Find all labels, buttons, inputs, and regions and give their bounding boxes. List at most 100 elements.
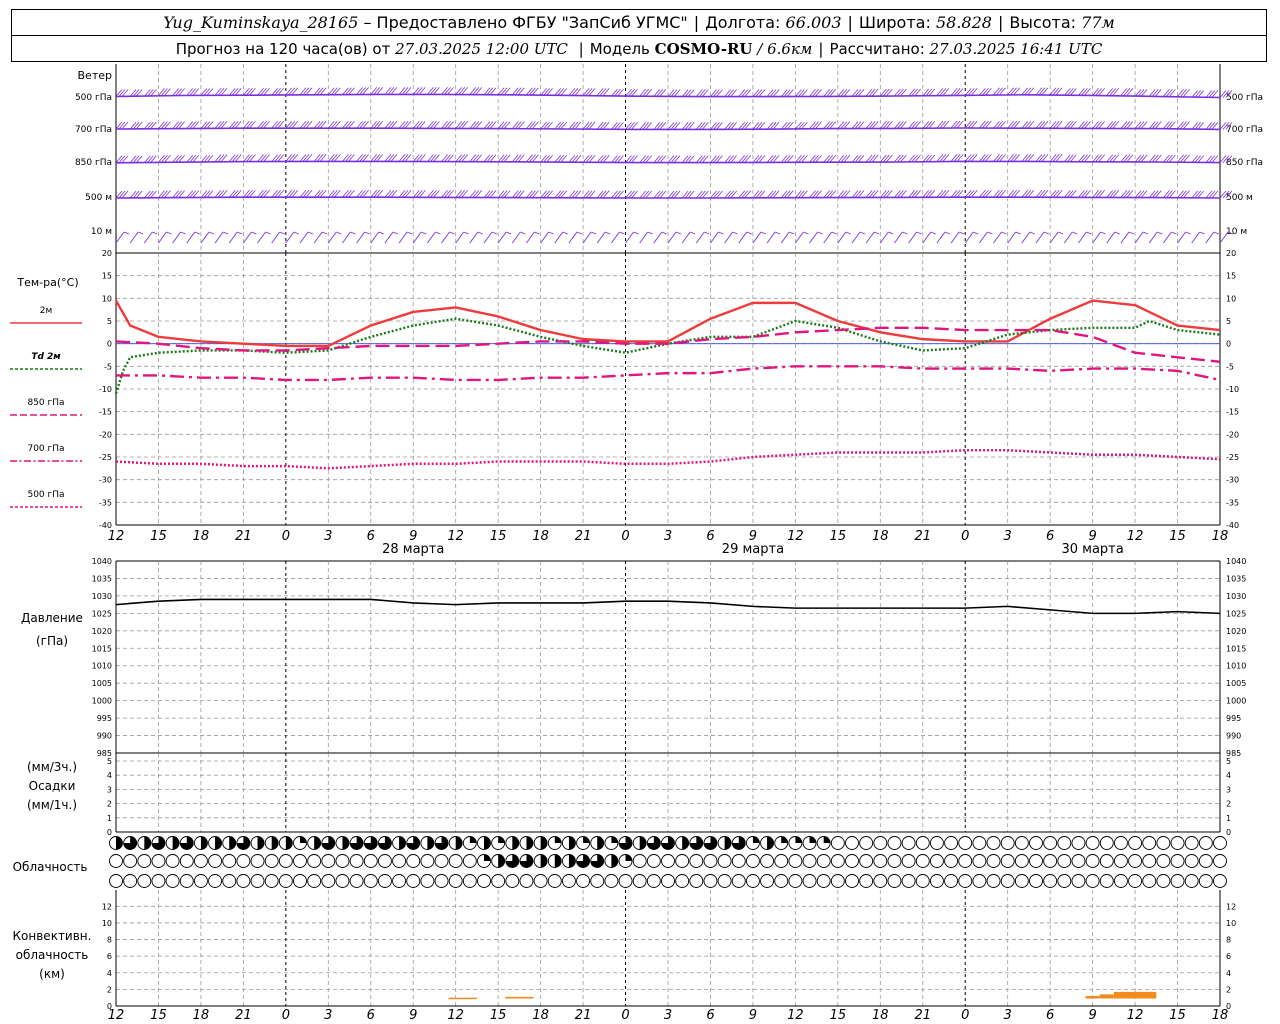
wind-barb-feather: [815, 154, 822, 163]
wind-barb-10m-feather: [689, 231, 696, 235]
wind-barb-feather: [1106, 121, 1114, 129]
cloud-cover-fill: [314, 836, 321, 850]
wind-barb-feather: [985, 154, 992, 162]
wind-barb-feather: [178, 121, 185, 129]
wind-barb-feather: [939, 120, 947, 129]
cloud-cover-symbol: [335, 854, 350, 868]
wind-barb-feather: [376, 189, 384, 198]
wind-barb-feather: [1205, 155, 1213, 163]
wind-barb-feather: [1081, 154, 1088, 163]
wind-barb-feather: [840, 89, 848, 97]
wind-barb-feather: [993, 87, 1000, 96]
cloud-cover-symbol: [321, 874, 336, 888]
cloud-cover-symbol: [377, 874, 392, 888]
wind-barb-feather: [727, 155, 734, 163]
wind-barb-feather: [687, 155, 695, 163]
cloud-cover-symbol: [901, 836, 916, 850]
wind-barb-feather: [894, 121, 901, 129]
wind-barb-feather: [1151, 190, 1159, 198]
cloud-cover-symbol: [1071, 836, 1086, 850]
wind-barb-feather: [642, 155, 649, 163]
wind-barb-feather: [982, 189, 989, 198]
wind-barb-feather: [503, 87, 511, 96]
pressure-tick-left: 995: [97, 714, 112, 723]
wind-barb-feather: [430, 190, 437, 198]
wind-barb-feather: [894, 154, 901, 163]
wind-barb-feather: [560, 154, 568, 163]
wind-barb-feather: [316, 120, 324, 129]
wind-barb-feather: [489, 154, 497, 163]
wind-barb-feather: [316, 87, 324, 96]
pressure-tick-right: 1000: [1226, 697, 1246, 706]
wind-barb-feather: [447, 87, 454, 95]
wind-barb-feather: [687, 190, 695, 199]
wind-barb-feather: [557, 88, 565, 96]
wind-barb-10m-shaft: [582, 231, 592, 244]
wind-barb-feather: [571, 121, 579, 130]
cloud-cover-symbol: [406, 874, 421, 888]
wind-barb-feather: [118, 121, 126, 130]
wind-barb-feather: [121, 89, 129, 97]
bottom-hour-tick-label: 3: [664, 1008, 672, 1023]
wind-barb-feather: [356, 189, 363, 198]
wind-barb-feather: [129, 155, 137, 164]
wind-barb-feather: [795, 155, 802, 163]
wind-barb-feather: [939, 154, 947, 162]
wind-barb-feather: [1095, 121, 1102, 129]
wind-barb-feather: [780, 121, 788, 130]
wind-barb-feather: [249, 120, 256, 129]
wind-barb-feather: [1055, 189, 1063, 198]
wind-barb-feather: [670, 89, 678, 97]
temp-legend-label: 700 гПа: [27, 444, 64, 454]
wind-barb-feather: [243, 154, 250, 162]
wind-barb-feather: [1024, 87, 1032, 96]
wind-barb-feather: [716, 155, 723, 163]
cloud-cover-symbol: [1198, 854, 1213, 868]
wind-barb-feather: [398, 189, 406, 198]
wind-barb-feather: [331, 154, 338, 162]
wind-barb-feather: [812, 89, 819, 97]
wind-barb-feather: [500, 154, 508, 163]
wind-barb-feather: [716, 89, 723, 97]
wind-title: Ветер: [78, 69, 112, 82]
wind-barb-feather: [469, 121, 477, 129]
wind-barb-feather: [1137, 121, 1145, 129]
wind-barb-feather: [430, 121, 437, 129]
wind-barb-feather: [515, 190, 522, 198]
wind-barb-feather: [231, 87, 239, 96]
cloud-cover-symbol: [689, 854, 704, 868]
wind-barb-feather: [628, 155, 635, 163]
wind-barb-feather: [1064, 190, 1071, 198]
cloud-cover-fill: [540, 836, 548, 850]
wind-barb-feather: [642, 190, 649, 199]
wind-barb-feather: [1027, 154, 1035, 162]
wind-barb-feather: [370, 189, 378, 198]
wind-barb-feather: [769, 155, 777, 163]
wind-barb-feather: [854, 154, 862, 163]
cloud-cover-symbol: [788, 854, 803, 868]
wind-barb-feather: [1007, 87, 1014, 96]
wind-barb-feather: [249, 154, 256, 162]
wind-barb-feather: [656, 155, 664, 163]
wind-barb-feather: [1208, 90, 1216, 98]
wind-barb-10m-feather: [520, 231, 526, 235]
wind-barb-feather: [798, 89, 805, 97]
wind-barb-feather: [1109, 154, 1117, 163]
wind-barb-feather: [1109, 190, 1117, 198]
wind-barb-feather: [144, 121, 151, 130]
cloud-cover-fill: [342, 836, 349, 850]
temp-tick-left: 20: [102, 249, 112, 258]
wind-barb-feather: [950, 189, 958, 198]
temp-tick-left: -30: [99, 476, 112, 485]
forecast-prefix: Прогноз на 120 часа(ов) от: [175, 39, 391, 58]
temp-hour-tick-label: 18: [532, 529, 549, 544]
temp-hour-tick-label: 12: [787, 529, 804, 544]
wind-barb-10m-shaft: [738, 231, 748, 244]
wind-barb-feather: [373, 87, 381, 95]
wind-barb-feather: [189, 190, 197, 198]
cloud-cover-symbol: [1113, 874, 1128, 888]
wind-barb-feather: [1010, 189, 1017, 198]
cloud-cover-symbol: [561, 874, 576, 888]
wind-barb-feather: [752, 190, 760, 199]
wind-barb-10m-feather: [1157, 231, 1163, 235]
